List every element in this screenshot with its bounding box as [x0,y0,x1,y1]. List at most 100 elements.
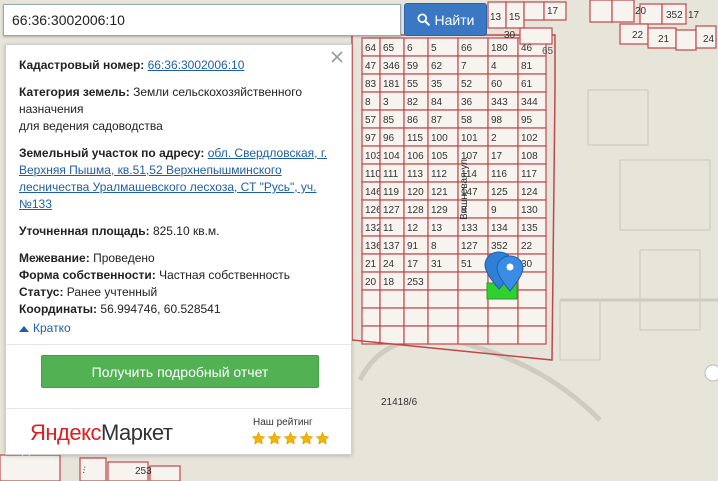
parcel[interactable] [517,289,547,309]
ownership-row: Форма собственности: Частная собственнос… [19,267,337,284]
parcel-number: 31 [431,259,443,270]
parcel-number: 96 [383,133,395,144]
parcel-number: 35 [431,79,443,90]
parcel-number: 51 [461,259,473,270]
parcel-number: 17 [491,151,503,162]
parcel-number: 135 [521,223,538,234]
parcel-number: 8 [431,241,437,252]
parcel-number: 52 [461,79,473,90]
parcel-number: 87 [431,115,443,126]
parcel-number: 343 [491,97,508,108]
parcel[interactable] [427,325,459,345]
parcel[interactable] [379,325,405,345]
collapse-label: Кратко [33,321,71,335]
parcel-number: 5 [431,43,437,54]
collapse-link[interactable]: Кратко [19,320,71,337]
parcel[interactable] [487,307,519,327]
land-category-label: Категория земель: [19,85,130,99]
star-icon [315,431,330,445]
parcel[interactable] [427,271,459,291]
land-category-row: Категория земель: Земли сельскохозяйстве… [19,84,337,135]
address-label: Земельный участок по адресу: [19,146,205,160]
parcel-number: 20 [365,277,377,288]
land-category-purpose: для ведения садоводства [19,119,163,133]
parcel-number: 102 [521,133,538,144]
parcel-number: 344 [521,97,538,108]
parcel-number: 21 [365,259,377,270]
svg-text:13: 13 [490,12,502,23]
parcel[interactable] [403,325,429,345]
parcel-number: 2 [491,133,497,144]
parcel-number: 9 [491,205,497,216]
parcel-number: 346 [383,61,400,72]
parcel-number: 125 [491,187,508,198]
parcel-number: 129 [431,205,448,216]
parcel[interactable] [427,307,459,327]
parcel[interactable] [517,307,547,327]
parcel-number: 137 [383,241,400,252]
parcel-number: 57 [365,115,377,126]
parcel-number: 133 [461,223,478,234]
parcel[interactable] [403,307,429,327]
parcel[interactable] [457,307,489,327]
triangle-up-icon [19,325,29,332]
parcel-number: 3 [383,97,389,108]
parcel[interactable] [457,325,489,345]
svg-text:17: 17 [688,10,700,21]
parcel[interactable] [403,289,429,309]
parcel-number: 66 [461,43,473,54]
search-button[interactable]: Найти [404,3,487,36]
rating-stars[interactable] [251,431,330,446]
parcel[interactable] [457,289,489,309]
parcel-number: 83 [365,79,377,90]
parcel[interactable] [379,307,405,327]
parcel[interactable] [487,325,519,345]
parcel-number: 134 [491,223,508,234]
parcel[interactable] [361,307,381,327]
parcel[interactable] [517,271,547,291]
get-report-button[interactable]: Получить подробный отчет [41,355,319,388]
search-bar[interactable] [3,4,401,36]
parcel-number: 36 [461,97,473,108]
cadastral-number-label: Кадастровый номер: [19,58,145,72]
parcel-number: 11 [383,223,394,234]
parcel[interactable] [427,289,459,309]
ownership-value: Частная собственность [159,268,291,282]
parcel-info-panel: Кадастровый номер: 66:36:3002006:10 Кате… [5,44,352,455]
area-label: Уточненная площадь: [19,224,150,238]
parcel-number: 85 [383,115,395,126]
parcel-number: 17 [407,259,419,270]
svg-text:24: 24 [703,34,715,45]
parcel-number: 13 [431,223,443,234]
parcel-number: 104 [383,151,400,162]
divider [6,408,351,409]
status-row: Статус: Ранее учтенный [19,284,337,301]
svg-text:21418/6: 21418/6 [381,397,418,408]
parcel-number: 117 [521,169,537,180]
survey-row: Межевание: Проведено [19,250,337,267]
parcel-number: 86 [407,115,419,126]
parcel-number: 180 [491,43,508,54]
search-input[interactable] [4,5,400,35]
parcel-number: 55 [407,79,419,90]
parcel-number: 82 [407,97,419,108]
svg-text:30: 30 [504,30,516,41]
parcel-number: 105 [431,151,448,162]
parcel[interactable] [457,271,489,291]
search-icon [417,13,430,26]
parcel-number: 124 [521,187,538,198]
cadastral-number-link[interactable]: 66:36:3002006:10 [148,58,245,72]
parcel-number: 65 [383,43,395,54]
parcel[interactable] [517,325,547,345]
survey-value: Проведено [93,251,155,265]
parcel-number: 128 [407,205,424,216]
parcel[interactable] [361,289,381,309]
parcel-number: 127 [383,205,400,216]
parcel-number: 112 [431,169,447,180]
star-icon [299,431,314,445]
parcel[interactable] [379,289,405,309]
parcel-number: 181 [383,79,400,90]
street-label: Вишневая ул. [459,156,470,220]
parcel-number: 110 [365,169,381,180]
parcel-number: 121 [431,187,448,198]
